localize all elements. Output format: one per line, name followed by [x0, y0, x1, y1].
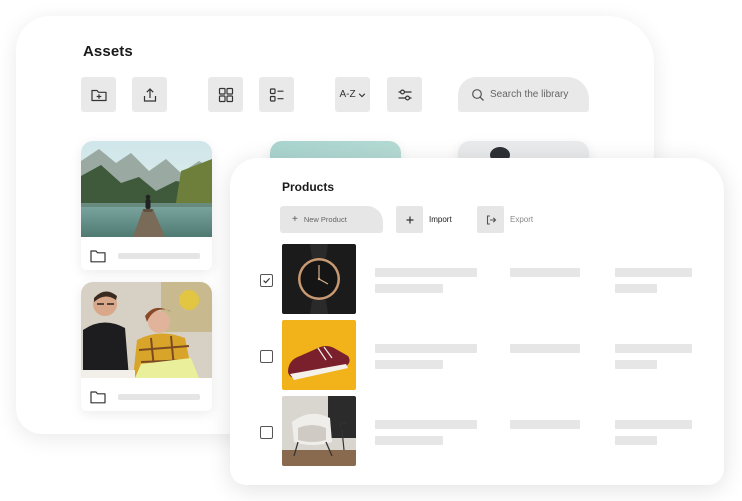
- product-thumbnail: [282, 396, 356, 466]
- caption-placeholder: [118, 394, 200, 400]
- import-label[interactable]: Import: [429, 215, 452, 224]
- export-button[interactable]: [477, 206, 504, 233]
- folder-icon: [90, 391, 106, 404]
- checkmark-icon: [263, 277, 271, 284]
- chevron-down-icon: [358, 92, 365, 97]
- search-icon: [472, 88, 484, 101]
- products-title: Products: [282, 180, 335, 194]
- row-placeholder: [615, 360, 657, 369]
- row-placeholder: [615, 420, 692, 429]
- tile-caption: [81, 383, 212, 411]
- row-placeholder: [510, 268, 580, 277]
- new-folder-button[interactable]: [81, 77, 116, 112]
- grid-view-button[interactable]: [208, 77, 243, 112]
- list-view-icon: [269, 87, 283, 102]
- upload-icon: [143, 87, 156, 102]
- import-button[interactable]: [396, 206, 423, 233]
- plus-icon: +: [292, 214, 298, 225]
- grid-view-icon: [218, 87, 233, 102]
- mountain-lake-photo: [81, 141, 212, 237]
- search-input[interactable]: Search the library: [458, 77, 589, 112]
- row-placeholder: [510, 344, 580, 353]
- asset-tile[interactable]: [81, 282, 212, 411]
- new-product-label: New Product: [303, 215, 347, 224]
- row-placeholder: [615, 284, 657, 293]
- sliders-icon: [398, 88, 411, 101]
- assets-title: Assets: [83, 43, 133, 60]
- row-checkbox[interactable]: [260, 274, 273, 287]
- tile-caption: [81, 242, 212, 270]
- products-panel: Products + New Product Import Export: [230, 158, 724, 485]
- row-placeholder: [615, 436, 657, 445]
- row-placeholder: [615, 268, 692, 277]
- search-placeholder: Search the library: [490, 89, 569, 100]
- product-thumbnail: [282, 320, 356, 390]
- watch-photo: [282, 244, 356, 314]
- new-product-button[interactable]: + New Product: [280, 206, 383, 233]
- row-placeholder: [375, 344, 477, 353]
- sort-button[interactable]: A-Z: [335, 77, 370, 112]
- row-checkbox[interactable]: [260, 426, 273, 439]
- list-view-button[interactable]: [259, 77, 294, 112]
- export-icon: [486, 214, 496, 225]
- row-checkbox[interactable]: [260, 350, 273, 363]
- folder-plus-icon: [90, 89, 107, 101]
- sort-label: A-Z: [339, 89, 356, 100]
- caption-placeholder: [118, 253, 200, 259]
- product-thumbnail: [282, 244, 356, 314]
- row-placeholder: [615, 344, 692, 353]
- row-placeholder: [375, 284, 443, 293]
- folder-icon: [90, 250, 106, 263]
- asset-tile[interactable]: [81, 141, 212, 270]
- chair-photo: [282, 396, 356, 466]
- row-placeholder: [375, 360, 443, 369]
- row-placeholder: [375, 436, 443, 445]
- upload-button[interactable]: [132, 77, 167, 112]
- plus-icon: [406, 216, 413, 223]
- sneaker-photo: [282, 320, 356, 390]
- row-placeholder: [375, 420, 477, 429]
- export-label[interactable]: Export: [510, 215, 533, 224]
- filter-button[interactable]: [387, 77, 422, 112]
- row-placeholder: [375, 268, 477, 277]
- row-placeholder: [510, 420, 580, 429]
- stage: Assets A-Z Search the library Products +…: [0, 0, 742, 501]
- people-laughing-photo: [81, 282, 212, 379]
